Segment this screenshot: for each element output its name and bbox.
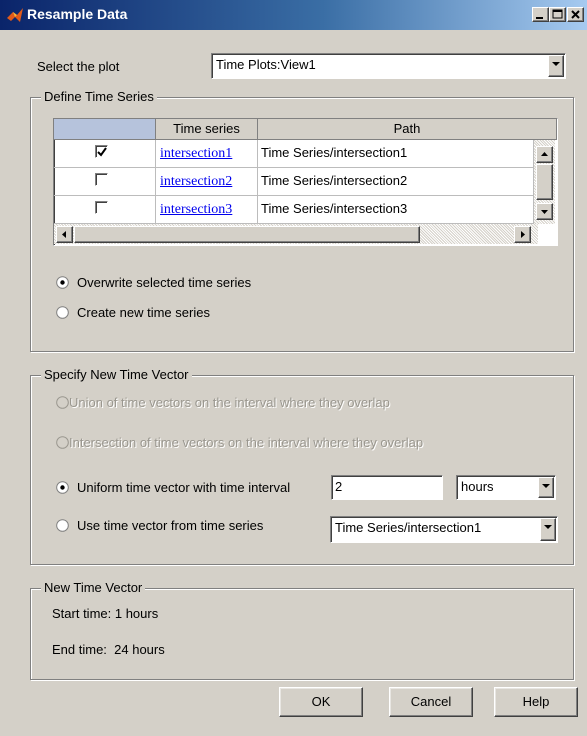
time-unit-value: hours	[461, 479, 494, 494]
window-title: Resample Data	[27, 6, 128, 22]
scroll-down-button[interactable]	[536, 203, 553, 220]
start-time-text: Start time: 1 hours	[52, 606, 159, 621]
new-time-vector-group	[30, 588, 574, 680]
arrow-down-icon	[541, 210, 548, 214]
time-interval-value: 2	[335, 479, 343, 494]
specify-time-vector-title: Specify New Time Vector	[41, 367, 192, 382]
scroll-right-button[interactable]	[514, 226, 531, 243]
time-series-path[interactable]: Time Series/intersection2	[258, 168, 534, 196]
minimize-icon	[536, 17, 543, 19]
time-interval-input[interactable]: 2	[331, 475, 443, 500]
chevron-down-icon	[542, 484, 550, 488]
arrow-left-icon	[62, 231, 66, 238]
scroll-up-button[interactable]	[536, 146, 553, 163]
time-unit-select[interactable]: hours	[456, 475, 556, 500]
time-series-link[interactable]: intersection3	[160, 202, 232, 217]
checkmark-icon	[97, 147, 107, 157]
maximize-icon	[552, 9, 563, 19]
arrow-right-icon	[521, 231, 525, 238]
overwrite-radio[interactable]	[56, 276, 69, 289]
close-button[interactable]	[567, 7, 584, 22]
chevron-down-icon	[552, 62, 560, 66]
source-series-value: Time Series/intersection1	[335, 520, 482, 535]
end-time-text: End time: 24 hours	[52, 642, 165, 657]
scroll-left-button[interactable]	[56, 226, 73, 243]
uniform-radio[interactable]	[56, 481, 69, 494]
chevron-down-icon	[544, 525, 552, 529]
time-series-table: Time series Path intersection1 Time Seri…	[53, 118, 558, 246]
intersection-radio	[56, 436, 69, 449]
arrow-up-icon	[541, 152, 548, 156]
source-series-dropdown-button[interactable]	[540, 518, 556, 541]
create-new-label[interactable]: Create new time series	[77, 305, 210, 320]
uniform-label[interactable]: Uniform time vector with time interval	[77, 480, 290, 495]
plot-select[interactable]: Time Plots:View1	[211, 53, 566, 79]
matlab-logo-icon	[7, 8, 23, 22]
maximize-button[interactable]	[549, 7, 566, 22]
horizontal-scroll-thumb[interactable]	[74, 226, 420, 243]
row-checkbox[interactable]	[95, 201, 108, 214]
minimize-button[interactable]	[532, 7, 549, 22]
table-header-select[interactable]	[54, 119, 156, 140]
time-series-link[interactable]: intersection1	[160, 146, 232, 161]
from-series-radio[interactable]	[56, 519, 69, 532]
source-series-select[interactable]: Time Series/intersection1	[330, 516, 558, 543]
ok-button[interactable]: OK	[279, 687, 363, 717]
union-label: Union of time vectors on the interval wh…	[69, 395, 390, 410]
plot-select-dropdown-button[interactable]	[548, 55, 564, 77]
intersection-label: Intersection of time vectors on the inte…	[69, 435, 424, 450]
new-time-vector-title: New Time Vector	[41, 580, 146, 595]
union-radio	[56, 396, 69, 409]
time-unit-dropdown-button[interactable]	[538, 477, 554, 498]
row-checkbox[interactable]	[95, 173, 108, 186]
title-bar[interactable]: Resample Data	[0, 0, 587, 30]
cancel-button[interactable]: Cancel	[389, 687, 473, 717]
define-time-series-title: Define Time Series	[41, 89, 157, 104]
vertical-scroll-thumb[interactable]	[536, 164, 553, 200]
close-icon	[571, 10, 580, 19]
overwrite-label[interactable]: Overwrite selected time series	[77, 275, 251, 290]
plot-select-value: Time Plots:View1	[216, 57, 316, 72]
from-series-label[interactable]: Use time vector from time series	[77, 518, 263, 533]
create-new-radio[interactable]	[56, 306, 69, 319]
time-series-path[interactable]: Time Series/intersection1	[258, 140, 534, 168]
row-checkbox[interactable]	[95, 145, 108, 158]
help-button[interactable]: Help	[494, 687, 578, 717]
table-header-path[interactable]: Path	[258, 119, 557, 140]
table-header-time-series[interactable]: Time series	[156, 119, 258, 140]
select-plot-label: Select the plot	[37, 59, 120, 74]
time-series-path[interactable]: Time Series/intersection3	[258, 196, 534, 224]
time-series-link[interactable]: intersection2	[160, 174, 232, 189]
